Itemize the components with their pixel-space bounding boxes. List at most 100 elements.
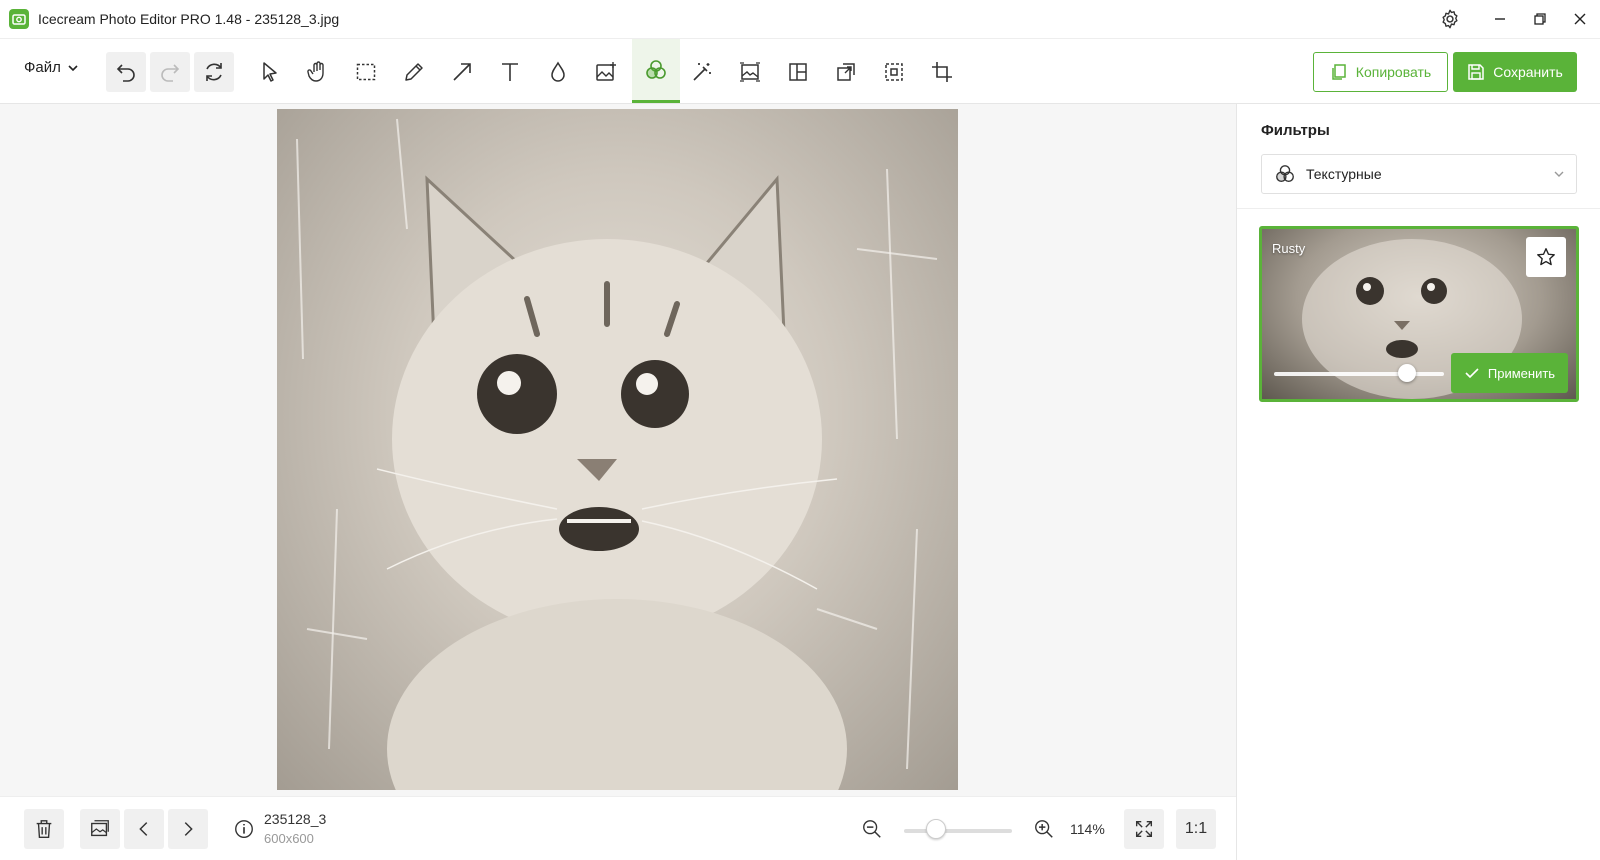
filter-card-rusty[interactable]: Rusty Применить (1259, 226, 1579, 402)
fit-to-screen-button[interactable] (1124, 809, 1164, 849)
info-icon (235, 820, 253, 838)
images-icon (91, 820, 109, 837)
delete-button[interactable] (24, 809, 64, 849)
redo-icon (161, 64, 180, 82)
copy-icon (1332, 64, 1346, 80)
zoom-out-button[interactable] (852, 809, 892, 849)
file-menu[interactable]: Файл (24, 59, 79, 76)
pencil-icon (405, 63, 423, 81)
chevron-left-icon (139, 822, 148, 836)
editor-canvas[interactable] (0, 104, 1236, 796)
bottom-bar: 235128_3 600x600 114% 1:1 (0, 796, 1236, 860)
close-button[interactable] (1558, 0, 1600, 38)
image-dimensions: 600x600 (264, 831, 314, 846)
undo-icon (116, 64, 135, 82)
collage-tool[interactable] (778, 52, 818, 92)
chevron-right-icon (184, 822, 193, 836)
zoom-slider-track[interactable] (904, 829, 1012, 833)
crop-tool[interactable] (922, 52, 962, 92)
filter-intensity-track[interactable] (1274, 372, 1444, 376)
gallery-button[interactable] (80, 809, 120, 849)
next-image-button[interactable] (168, 809, 208, 849)
checkmark-icon (1465, 368, 1479, 379)
drop-icon (551, 61, 565, 82)
pointer-icon (263, 62, 277, 82)
image-add-icon (596, 62, 616, 81)
draw-tool[interactable] (394, 52, 434, 92)
close-icon (1574, 13, 1586, 25)
chevron-down-icon (1554, 171, 1564, 177)
apply-filter-label: Применить (1487, 365, 1556, 381)
image-info-button[interactable] (224, 809, 264, 849)
marquee-select-icon (356, 63, 376, 81)
filter-name: Rusty (1272, 241, 1306, 256)
favorite-button[interactable] (1526, 237, 1566, 277)
arrow-icon (453, 63, 471, 81)
auto-enhance-tool[interactable] (682, 52, 722, 92)
filter-intensity-handle[interactable] (1397, 364, 1416, 382)
arrow-tool[interactable] (442, 52, 482, 92)
zoom-out-icon (863, 820, 881, 838)
fit-screen-icon (1135, 820, 1153, 838)
picture-frame-icon (740, 62, 760, 82)
zoom-in-icon (1035, 820, 1053, 838)
cat-photo-image (296, 118, 938, 790)
hand-icon (307, 61, 324, 82)
refresh-icon (206, 63, 222, 81)
image-overlay-tool[interactable] (586, 52, 626, 92)
filters-icon (646, 59, 666, 79)
selection-tool[interactable] (346, 52, 386, 92)
actual-size-label: 1:1 (1184, 820, 1208, 837)
panel-divider (1237, 208, 1600, 209)
cut-out-tool[interactable] (874, 52, 914, 92)
main-toolbar: Файл Копировать Сохранить (0, 38, 1600, 104)
crop-icon (932, 62, 952, 82)
apply-filter-button[interactable]: Применить (1451, 353, 1568, 393)
filter-category-value: Текстурные (1306, 166, 1382, 182)
filter-category-dropdown[interactable]: Текстурные (1261, 154, 1577, 194)
reset-button[interactable] (194, 52, 234, 92)
undo-button[interactable] (106, 52, 146, 92)
save-icon (1468, 64, 1484, 80)
settings-button[interactable] (1428, 0, 1472, 38)
previous-image-button[interactable] (124, 809, 164, 849)
trash-icon (36, 820, 52, 838)
magic-wand-icon (693, 63, 711, 81)
zoom-in-button[interactable] (1024, 809, 1064, 849)
panel-title: Фильтры (1261, 122, 1330, 139)
filters-icon (1276, 165, 1294, 183)
text-icon (502, 63, 518, 81)
file-name: 235128_3 (264, 811, 327, 827)
dashed-crop-icon (885, 63, 903, 81)
filters-panel: Фильтры Текстурные Rusty Применить (1236, 104, 1600, 860)
file-menu-label: Файл (24, 59, 61, 76)
minimize-button[interactable] (1478, 0, 1522, 38)
restore-button[interactable] (1518, 0, 1562, 38)
save-button[interactable]: Сохранить (1453, 52, 1577, 92)
layout-icon (789, 63, 807, 81)
minimize-icon (1495, 18, 1505, 20)
gear-icon (1442, 9, 1458, 29)
actual-size-button[interactable]: 1:1 (1176, 809, 1216, 849)
copy-button[interactable]: Копировать (1313, 52, 1448, 92)
redo-button[interactable] (150, 52, 190, 92)
resize-tool[interactable] (826, 52, 866, 92)
text-tool[interactable] (490, 52, 530, 92)
app-logo-icon (9, 9, 29, 29)
blur-tool[interactable] (538, 52, 578, 92)
restore-icon (1534, 13, 1546, 25)
adjust-image-tool[interactable] (730, 52, 770, 92)
window-title: Icecream Photo Editor PRO 1.48 - 235128_… (38, 11, 340, 27)
zoom-percentage: 114% (1070, 821, 1105, 837)
star-icon (1537, 248, 1555, 266)
zoom-slider-handle[interactable] (926, 819, 947, 839)
filters-tool[interactable] (632, 39, 680, 103)
resize-icon (837, 63, 855, 81)
select-tool[interactable] (250, 52, 290, 92)
copy-button-label: Копировать (1355, 64, 1432, 80)
title-bar: Icecream Photo Editor PRO 1.48 - 235128_… (0, 0, 1600, 38)
pan-tool[interactable] (298, 52, 338, 92)
edited-photo[interactable] (277, 109, 958, 790)
save-button-label: Сохранить (1493, 64, 1563, 80)
chevron-down-icon (68, 64, 78, 71)
